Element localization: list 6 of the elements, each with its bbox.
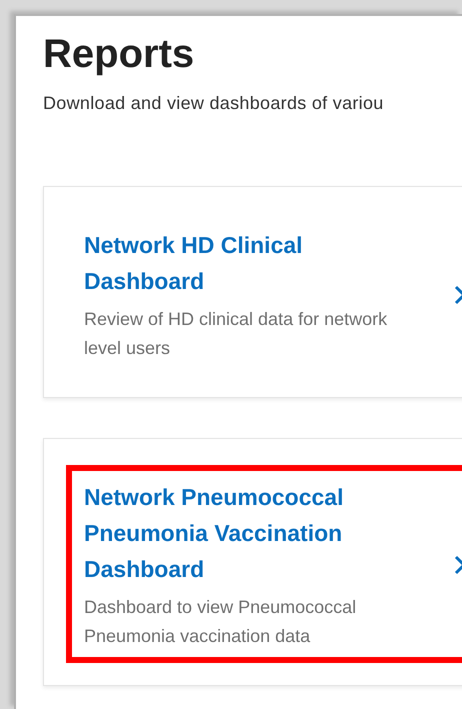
report-link[interactable]: Network Pneumococcal Pneumonia Vaccination Dashboard <box>84 479 424 587</box>
report-description: Review of HD clinical data for network level users <box>84 308 388 360</box>
page-title: Reports <box>43 31 196 78</box>
report-description: Dashboard to view Pneumococcal Pneumonia vaccination data <box>84 596 358 648</box>
report-link[interactable]: Network HD Clinical Dashboard <box>84 227 424 299</box>
page-subtitle: Download and view dashboards of variou <box>43 92 385 114</box>
